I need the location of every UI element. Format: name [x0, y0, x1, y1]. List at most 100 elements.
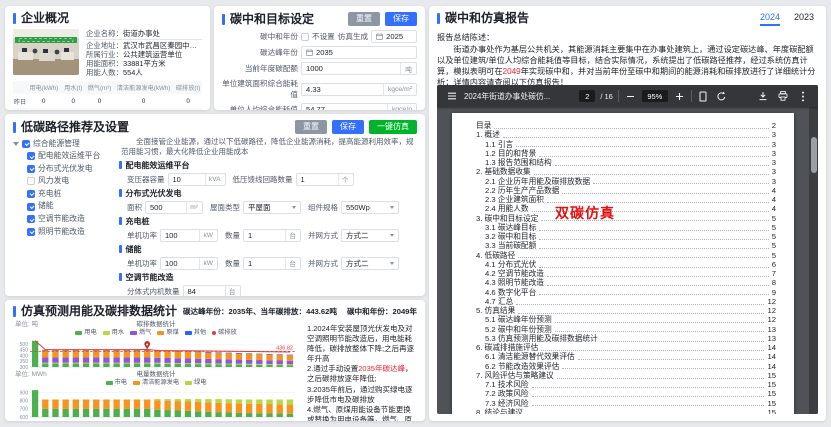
capita-energy-input[interactable]: 54.77 kgce/p [301, 103, 417, 110]
item-checkbox[interactable] [27, 215, 35, 224]
parent-checkbox[interactable] [22, 139, 30, 148]
legend-item-碳排放[interactable]: 碳排放 [212, 329, 237, 336]
toc-entry[interactable]: 3.1 碳达峰目标 5 [476, 223, 776, 232]
legend-item-绿电[interactable]: 绿电 [185, 379, 206, 386]
toc-entry[interactable]: 7.2 政策风险 15 [476, 389, 776, 398]
fit-page-icon[interactable] [697, 90, 710, 103]
field-input[interactable]: 100 kW [160, 256, 218, 270]
minus-icon[interactable] [624, 90, 637, 103]
toc-entry[interactable]: 5.2 碳中和年份预测 13 [476, 325, 776, 334]
field-input[interactable]: 1台 [243, 228, 301, 242]
quota-input[interactable]: 1000 吨 [301, 62, 417, 75]
field-input[interactable]: 84 台 [182, 284, 241, 296]
field-input[interactable]: 100 kW [160, 228, 218, 242]
item-checkbox[interactable] [27, 227, 35, 236]
tree-parent-item[interactable]: 综合能源管理 [13, 137, 119, 150]
item-checkbox[interactable] [27, 164, 35, 173]
toc-entry[interactable]: 5. 仿真结果 12 [476, 306, 776, 315]
item-checkbox[interactable] [27, 190, 35, 199]
carbon-emission-chart: 300350400450500 436.82 [20, 340, 295, 370]
legend-item-清洁能源发电[interactable]: 清洁能源发电 [132, 379, 179, 386]
toc-entry[interactable]: 6. 碳减排措施评估 14 [476, 343, 776, 352]
neutral-year-input[interactable]: 2025 [371, 30, 417, 43]
toc-entry[interactable]: 6.2 节能改造效果评估 14 [476, 362, 776, 371]
field-select[interactable]: 平屋面 [243, 200, 301, 214]
tree-item-空调节能改造[interactable]: 空调节能改造 [13, 213, 119, 226]
kebab-menu-icon[interactable] [797, 90, 810, 103]
plus-icon[interactable] [673, 90, 686, 103]
tab-2023[interactable]: 2023 [794, 12, 814, 26]
print-icon[interactable] [777, 90, 790, 103]
legend-item-原煤[interactable]: 原煤 [157, 329, 179, 336]
reset-button[interactable]: 重置 [295, 120, 327, 134]
toc-entry[interactable]: 8. 结论与建议 15 [476, 408, 776, 414]
toc-entry[interactable]: 2. 基础数据收集 3 [476, 167, 776, 176]
toc-entry[interactable]: 3.2 碳中和目标 5 [476, 232, 776, 241]
rotate-ccw-icon[interactable] [715, 90, 728, 103]
toc-entry[interactable]: 4.7 汇总 12 [476, 297, 776, 306]
toc-entry[interactable]: 7.1 技术风险 15 [476, 380, 776, 389]
toc-entry[interactable]: 2.1 企业历年用能及碳排放数据 3 [476, 177, 776, 186]
tree-item-照明节能改造[interactable]: 照明节能改造 [13, 226, 119, 239]
toc-entry[interactable]: 4.2 空调节能改造 7 [476, 269, 776, 278]
toc-entry[interactable]: 3.3 当前碳配额 5 [476, 241, 776, 250]
field-input[interactable]: 10 kVA [167, 172, 226, 186]
toc-entry[interactable]: 2.3 企业建筑面积 4 [476, 195, 776, 204]
toc-entry[interactable]: 4.3 照明节能改造 8 [476, 278, 776, 287]
tree-item-充电桩[interactable]: 充电桩 [13, 188, 119, 201]
toc-entry[interactable]: 5.3 仿真预测用能及碳排数据统计 13 [476, 334, 776, 343]
legend-item-用水[interactable]: 用水 [102, 329, 124, 336]
item-checkbox[interactable] [27, 202, 35, 211]
toc-entry[interactable]: 1. 概述 3 [476, 130, 776, 139]
toc-entry[interactable]: 1.2 目的和背景 3 [476, 149, 776, 158]
toc-entry[interactable]: 2.4 用能人数 4 [476, 204, 776, 213]
legend-item-其他[interactable]: 其他 [184, 329, 206, 336]
save-button[interactable]: 保存 [385, 12, 417, 26]
toc-entry[interactable]: 7. 风险评估与策略建议 15 [476, 371, 776, 380]
zoom-level[interactable]: 95% [641, 90, 668, 102]
tree-item-储能[interactable]: 储能 [13, 200, 119, 213]
tree-item-风力发电[interactable]: 风力发电 [13, 175, 119, 188]
toc-entry[interactable]: 6.1 清洁能源替代效果评估 14 [476, 352, 776, 361]
toc-entry[interactable]: 5.1 碳达峰年份预测 12 [476, 315, 776, 324]
tree-item-分布式光伏发电[interactable]: 分布式光伏发电 [13, 163, 119, 176]
caret-down-icon[interactable] [13, 141, 19, 146]
item-checkbox[interactable] [27, 152, 35, 161]
field-select[interactable]: 方式二 [341, 256, 399, 270]
field-input[interactable]: 500 m² [145, 200, 203, 214]
svg-text:500: 500 [20, 342, 29, 348]
toc-page-number: 5 [771, 222, 776, 232]
toc-entry[interactable]: 1.1 引言 3 [476, 140, 776, 149]
legend-item-市电[interactable]: 市电 [105, 379, 127, 386]
tree-item-配电能效运维平台[interactable]: 配电能效运维平台 [13, 150, 119, 163]
toc-entry[interactable]: 7.3 经济风险 15 [476, 399, 776, 408]
toc-entry[interactable]: 3. 碳中和目标设定 5 [476, 214, 776, 223]
save-button[interactable]: 保存 [332, 120, 364, 134]
field-select[interactable]: 550Wp [341, 200, 399, 214]
legend-item-用电[interactable]: 用电 [75, 329, 97, 336]
not-set-checkbox[interactable] [301, 32, 309, 41]
field-select[interactable]: 方式二 [341, 228, 399, 242]
field-input[interactable]: 1个 [295, 172, 354, 186]
pdf-scrollbar[interactable] [809, 107, 818, 414]
toc-entry[interactable]: 4.1 分布式光伏 6 [476, 260, 776, 269]
toc-entry[interactable]: 2.2 历年生产产品数据 4 [476, 186, 776, 195]
area-energy-input[interactable]: 4.33 kgce/m² [301, 82, 417, 96]
download-icon[interactable] [757, 90, 770, 103]
toc-entry-label: 2.1 企业历年用能及碳排放数据 [485, 176, 591, 186]
toc-page-number: 5 [771, 250, 776, 260]
reset-button[interactable]: 重置 [348, 12, 380, 26]
toc-entry[interactable]: 目录 2 [476, 121, 776, 130]
item-checkbox[interactable] [27, 177, 35, 186]
legend-item-燃气[interactable]: 燃气 [130, 329, 151, 336]
scrollbar-thumb[interactable] [810, 137, 817, 173]
menu-icon[interactable] [445, 90, 458, 103]
field-input[interactable]: 1台 [243, 256, 301, 270]
toc-entry[interactable]: 1.3 报告范围和结构 3 [476, 158, 776, 167]
page-number-input[interactable]: 2 [579, 90, 596, 102]
toc-entry[interactable]: 4. 低碳路径 5 [476, 251, 776, 260]
toc-entry[interactable]: 4.6 数字化平台 9 [476, 288, 776, 297]
one-click-simulate-button[interactable]: 一键仿真 [369, 120, 417, 134]
peak-year-input[interactable]: 2035 [301, 46, 417, 59]
tab-2024[interactable]: 2024 [759, 12, 780, 26]
